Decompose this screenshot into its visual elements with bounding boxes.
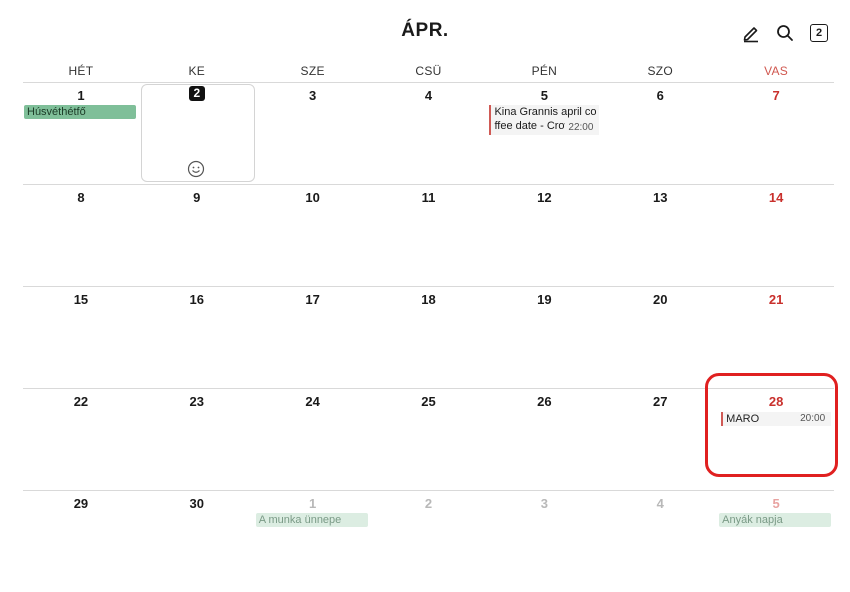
day-number: 8 — [77, 190, 85, 205]
weekday-label-sunday: VAS — [764, 64, 789, 78]
day-number: 17 — [305, 292, 320, 307]
smiley-icon[interactable] — [187, 160, 205, 178]
day-cell[interactable]: 19 — [486, 287, 602, 388]
month-title[interactable]: ÁPR. — [0, 20, 850, 42]
weekday-label: PÉN — [531, 64, 558, 78]
day-cell[interactable]: 29 — [23, 491, 139, 592]
day-cell-other-month[interactable]: 2 — [371, 491, 487, 592]
weekday-header: HÉT KE SZE CSÜ PÉN SZO VAS — [23, 64, 834, 82]
day-cell[interactable]: 30 — [139, 491, 255, 592]
weekday-label: SZO — [647, 64, 674, 78]
holiday-event[interactable]: Anyák napja — [719, 513, 832, 527]
day-cell[interactable]: 24 — [255, 389, 371, 490]
highlight-annotation — [705, 373, 838, 477]
day-number: 4 — [656, 496, 664, 511]
day-number: 13 — [652, 190, 668, 205]
day-cell[interactable]: 15 — [23, 287, 139, 388]
weekday-label: KE — [188, 64, 206, 78]
day-cell[interactable]: 23 — [139, 389, 255, 490]
day-cell[interactable]: 6 — [602, 83, 718, 184]
search-button[interactable] — [774, 22, 796, 44]
day-number: 25 — [421, 394, 436, 409]
day-number: 3 — [540, 496, 548, 511]
day-cell[interactable]: 12 — [486, 185, 602, 286]
day-number: 18 — [421, 292, 436, 307]
day-number: 4 — [424, 88, 433, 103]
day-number: 9 — [193, 190, 201, 205]
day-cell-other-month-sunday[interactable]: 5 Anyák napja — [718, 491, 834, 592]
day-number: 21 — [768, 292, 784, 307]
day-cell-other-month[interactable]: 4 — [602, 491, 718, 592]
day-cell-sunday[interactable]: 14 — [718, 185, 834, 286]
day-number: 19 — [537, 292, 552, 307]
day-number: 29 — [73, 496, 89, 511]
day-cell-sunday[interactable]: 7 — [718, 83, 834, 184]
day-cell[interactable]: 20 — [602, 287, 718, 388]
day-cell[interactable]: 26 — [486, 389, 602, 490]
day-cell[interactable]: 22 — [23, 389, 139, 490]
today-button[interactable]: 2 — [808, 22, 830, 44]
day-cell[interactable]: 16 — [139, 287, 255, 388]
day-number: 24 — [305, 394, 320, 409]
day-cell[interactable]: 4 — [371, 83, 487, 184]
today-day-number: 2 — [188, 86, 205, 101]
day-cell[interactable]: 10 — [255, 185, 371, 286]
holiday-event[interactable]: A munka ünnepe — [255, 513, 368, 527]
week-row: 15 16 17 18 19 20 21 — [23, 286, 834, 388]
month-grid: 1 Húsvéthétfő 2 3 4 5 Kina Grannis april… — [23, 82, 834, 592]
day-cell[interactable]: 5 Kina Grannis april coffee date - Crow … — [486, 83, 602, 184]
holiday-event[interactable]: Húsvéthétfő — [24, 105, 136, 119]
calendar-header: ÁPR. 2 — [0, 0, 850, 62]
day-number: 11 — [421, 190, 436, 205]
day-number: 6 — [656, 88, 664, 103]
day-number: 1 — [309, 496, 317, 511]
weekday-label: SZE — [300, 64, 325, 78]
weekday-label: HÉT — [68, 64, 94, 78]
day-number: 1 — [77, 88, 85, 103]
day-cell[interactable]: 3 — [255, 83, 371, 184]
day-cell-today[interactable]: 2 — [139, 83, 255, 184]
day-number: 16 — [189, 292, 205, 307]
day-cell[interactable]: 17 — [255, 287, 371, 388]
search-icon — [777, 25, 793, 41]
day-cell[interactable]: 8 — [23, 185, 139, 286]
week-row: 1 Húsvéthétfő 2 3 4 5 Kina Grannis april… — [23, 82, 834, 184]
day-cell-other-month[interactable]: 1 A munka ünnepe — [255, 491, 371, 592]
today-icon: 2 — [810, 24, 828, 42]
calendar-event[interactable]: Kina Grannis april coffee date - Crow 22… — [489, 105, 600, 135]
pen-icon — [743, 27, 758, 43]
week-row: 29 30 1 A munka ünnepe 2 3 4 5 Anyák nap… — [23, 490, 834, 592]
day-number: 12 — [537, 190, 552, 205]
weekday-label: CSÜ — [415, 64, 442, 78]
edit-button[interactable] — [740, 22, 762, 44]
week-row: 8 9 10 11 12 13 14 — [23, 184, 834, 286]
day-number: 26 — [537, 394, 552, 409]
day-number: 3 — [309, 88, 317, 103]
day-number: 20 — [652, 292, 668, 307]
day-number: 2 — [424, 496, 433, 511]
day-cell[interactable]: 11 — [371, 185, 487, 286]
day-number: 5 — [772, 496, 780, 511]
day-cell[interactable]: 18 — [371, 287, 487, 388]
day-number: 7 — [772, 88, 780, 103]
day-number: 27 — [652, 394, 668, 409]
day-cell-other-month[interactable]: 3 — [486, 491, 602, 592]
day-number: 14 — [768, 190, 784, 205]
day-cell[interactable]: 1 Húsvéthétfő — [23, 83, 139, 184]
day-cell[interactable]: 9 — [139, 185, 255, 286]
day-number: 22 — [73, 394, 89, 409]
day-number: 15 — [73, 292, 89, 307]
day-number: 23 — [189, 394, 205, 409]
day-number: 30 — [189, 496, 205, 511]
day-number: 5 — [540, 88, 548, 103]
day-cell[interactable]: 13 — [602, 185, 718, 286]
event-time: 22:00 — [565, 121, 594, 135]
day-cell[interactable]: 25 — [371, 389, 487, 490]
day-cell[interactable]: 27 — [602, 389, 718, 490]
day-number: 10 — [305, 190, 320, 205]
